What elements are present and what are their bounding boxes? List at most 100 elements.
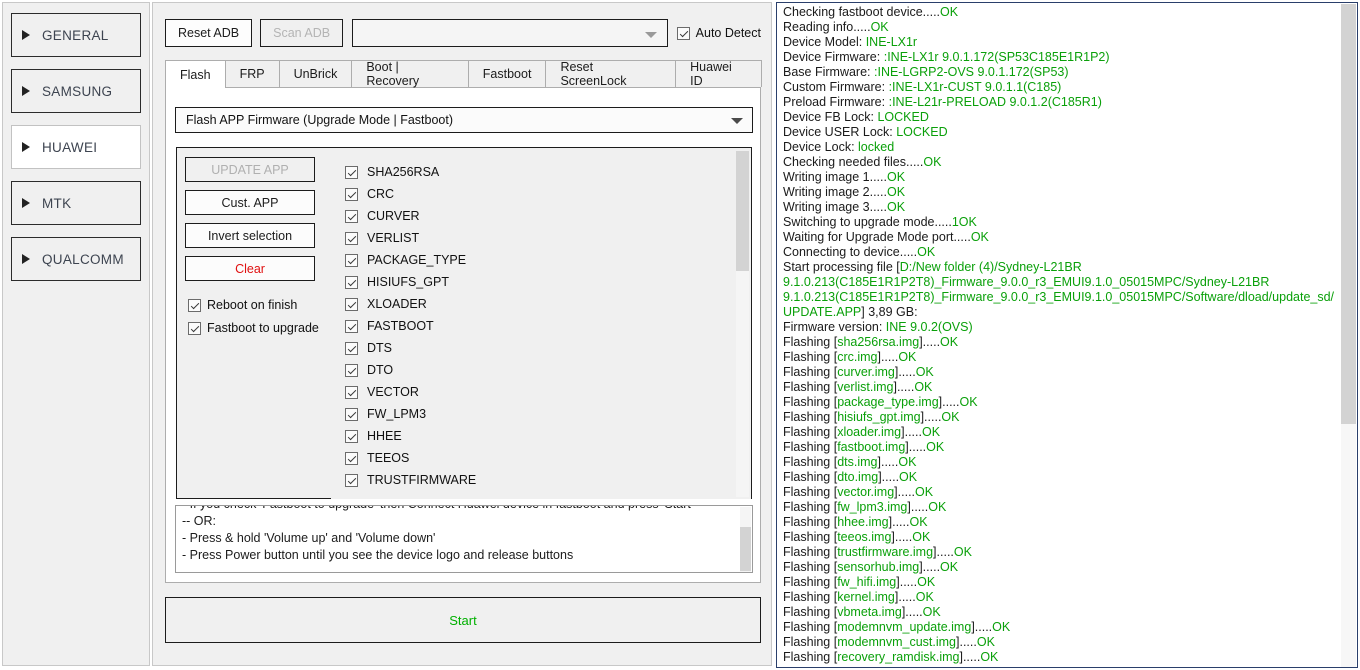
reboot-on-finish-checkbox[interactable]: Reboot on finish [188,298,323,312]
partition-item[interactable]: SHA256RSA [335,161,751,183]
log-line: Writing image 1.....OK [777,170,1340,185]
log-line: Flashing [hhee.img].....OK [777,515,1340,530]
tab-flash[interactable]: Flash [165,60,226,88]
tab-fastboot[interactable]: Fastboot [467,60,547,87]
log-segment: OK [915,365,934,379]
sidebar-item-label: HUAWEI [42,139,98,155]
flash-mode-select[interactable]: Flash APP Firmware (Upgrade Mode | Fastb… [175,107,753,133]
tab-reset-screenlock[interactable]: Reset ScreenLock [545,60,677,88]
partition-item[interactable]: VERLIST [335,227,751,249]
log-segment: trustfirmware.img [837,545,934,559]
log-segment: Flashing [ [783,350,838,364]
checkbox-icon [345,209,358,223]
log-output-panel[interactable]: Checking fastboot device.....OK Reading i… [776,2,1358,668]
log-segment: xloader.img [837,425,902,439]
partition-item[interactable]: VECTOR [335,381,751,403]
log-segment: ]..... [907,500,929,514]
sidebar-item-huawei[interactable]: HUAWEI [11,125,141,169]
partition-item[interactable]: CRC [335,183,751,205]
instructions-scrollbar[interactable] [740,507,751,572]
checkbox-icon [345,385,358,399]
checkbox-icon [345,363,358,377]
partition-item[interactable]: DTS [335,337,751,359]
log-segment: 9.1.0.213(C185E1R1P2T8)_Firmware_9.0.0_r… [783,275,1270,289]
log-segment: Flashing [ [783,650,838,664]
log-line: Flashing [crc.img].....OK [777,350,1340,365]
scrollbar-thumb[interactable] [740,527,751,571]
log-segment: OK [940,560,959,574]
sidebar-item-qualcomm[interactable]: QUALCOMM [11,237,141,281]
log-segment: LOCKED [877,110,929,124]
tab-frp[interactable]: FRP [224,60,280,87]
tab-bar: Flash FRP UnBrick Boot | Recovery Fastboot Re… [165,60,762,88]
log-line: Flashing [vbmeta.img].....OK [777,605,1340,620]
log-line: Flashing [vector.img].....OK [777,485,1340,500]
log-segment: Flashing [ [783,560,838,574]
tab-label: UnBrick [293,67,338,81]
checkbox-icon [345,451,358,465]
auto-detect-label: Auto Detect [695,26,761,40]
partition-list-scrollbar[interactable] [736,151,749,497]
log-segment: ]..... [919,560,941,574]
checkbox-icon [345,275,358,289]
log-line: Waiting for Upgrade Mode port.....OK [777,230,1340,245]
log-line: 9.1.0.213(C185E1R1P2T8)_Firmware_9.0.0_r… [777,290,1340,305]
log-segment: teeos.img [837,530,892,544]
checkbox-icon [345,165,358,179]
sidebar-item-samsung[interactable]: SAMSUNG [11,69,141,113]
log-segment: ]..... [894,485,916,499]
partition-label: TEEOS [367,451,410,465]
log-line: Preload Firmware: :INE-L21r-PRELOAD 9.0.… [777,95,1340,110]
sidebar-item-label: GENERAL [42,27,109,43]
tab-unbrick[interactable]: UnBrick [278,60,353,87]
fastboot-to-upgrade-checkbox[interactable]: Fastboot to upgrade [188,321,323,335]
partition-item[interactable]: FW_LPM3 [335,403,751,425]
flash-actions-column: UPDATE APP Cust. APP Invert selection Clear… [185,157,323,335]
log-segment: 9.1.0.213(C185E1R1P2T8)_Firmware_9.0.0_r… [783,290,1335,304]
auto-detect-checkbox[interactable]: Auto Detect [676,26,761,40]
tab-label: FRP [239,67,265,81]
invert-selection-button[interactable]: Invert selection [185,223,315,248]
log-segment: OK [886,170,906,184]
sidebar-item-general[interactable]: GENERAL [11,13,141,57]
log-segment: dto.img [837,470,879,484]
scrollbar-thumb[interactable] [1341,4,1356,424]
reset-adb-button[interactable]: Reset ADB [165,19,253,47]
sidebar-item-mtk[interactable]: MTK [11,181,141,225]
partition-list[interactable]: SHA256RSA CRC CURVER VERLIST PACKAGE_TYPE HIS… [331,149,751,499]
log-lines: Checking fastboot device.....OK Reading i… [777,5,1340,665]
start-button[interactable]: Start [165,597,761,643]
partition-item[interactable]: TEEOS [335,447,751,469]
device-select[interactable] [352,19,668,47]
chevron-down-icon [731,118,743,124]
log-line: Flashing [verlist.img].....OK [777,380,1340,395]
partition-item[interactable]: PACKAGE_TYPE [335,249,751,271]
log-segment: INE-LX1r [865,35,918,49]
cust-app-button[interactable]: Cust. APP [185,190,315,215]
partition-item[interactable]: HHEE [335,425,751,447]
update-app-button[interactable]: UPDATE APP [185,157,315,182]
log-segment: ]..... [938,395,960,409]
log-segment: OK [917,245,936,259]
scan-adb-button[interactable]: Scan ADB [260,19,344,47]
partition-item[interactable]: CURVER [335,205,751,227]
partition-item[interactable]: XLOADER [335,293,751,315]
tab-huawei-id[interactable]: Huawei ID [675,60,762,88]
log-segment: OK [915,485,934,499]
instruction-line: - Press Power button until you see the d… [182,548,574,562]
partition-item[interactable]: TRUSTFIRMWARE [335,469,751,491]
log-scrollbar[interactable] [1341,4,1356,667]
option-label: Reboot on finish [207,298,298,312]
log-segment: 1OK [951,215,977,229]
partition-item[interactable]: FASTBOOT [335,315,751,337]
log-segment: OK [940,5,959,19]
log-segment: LOCKED [896,125,948,139]
log-segment: OK [870,20,889,34]
partition-item[interactable]: HISIUFS_GPT [335,271,751,293]
clear-button[interactable]: Clear [185,256,315,281]
partition-item[interactable]: DTO [335,359,751,381]
log-line: Reading info.....OK [777,20,1340,35]
scrollbar-thumb[interactable] [736,151,749,271]
log-segment: Connecting to device..... [783,245,918,259]
tab-boot-recovery[interactable]: Boot | Recovery [351,60,469,88]
